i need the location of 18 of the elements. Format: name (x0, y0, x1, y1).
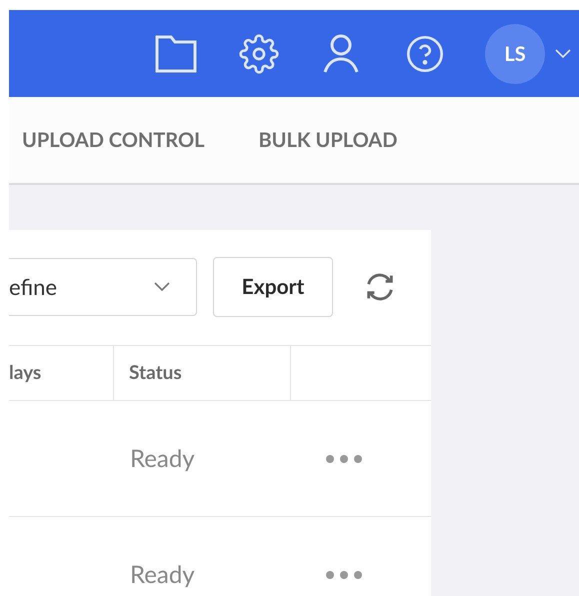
folder-icon[interactable] (155, 34, 197, 72)
filter-dropdown[interactable]: efine (9, 258, 197, 316)
caret-icon (555, 48, 571, 58)
user-avatar[interactable]: LS (485, 24, 545, 84)
status-cell-text: Ready (130, 558, 196, 590)
more-options-icon[interactable] (325, 454, 363, 464)
more-options-icon[interactable] (325, 570, 363, 580)
export-button[interactable]: Export (213, 256, 333, 316)
dropdown-value: efine (9, 272, 57, 302)
nav-tab[interactable]: BULK UPLOAD (258, 125, 398, 155)
column-header: Status (114, 346, 291, 400)
status-cell-text: Ready (130, 442, 196, 474)
chevron-down-icon (154, 282, 170, 292)
user-icon[interactable] (323, 34, 359, 74)
nav-tab[interactable]: UPLOAD CONTROL (22, 125, 204, 155)
settings-icon[interactable] (239, 34, 279, 74)
help-icon[interactable] (405, 34, 445, 74)
column-header: lays (9, 346, 114, 400)
